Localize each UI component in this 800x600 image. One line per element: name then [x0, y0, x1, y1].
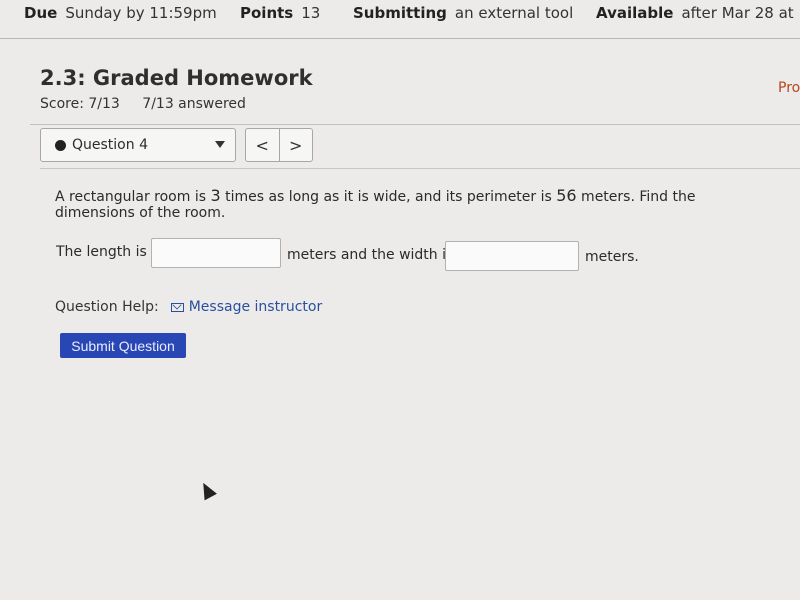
- divider: [0, 38, 800, 39]
- assignment-details-bar: Due Sunday by 11:59pm Points 13 Submitting…: [0, 0, 800, 30]
- progress-link[interactable]: Pro: [778, 80, 800, 96]
- question-text: A rectangular room is 3 times as long as…: [55, 186, 765, 222]
- next-question-button[interactable]: >: [278, 129, 313, 161]
- score-summary: Score: 7/13 7/13 answered: [40, 96, 264, 112]
- divider: [30, 124, 800, 125]
- question-select[interactable]: Question 4: [40, 128, 236, 162]
- width-input[interactable]: [445, 241, 579, 271]
- answered-count: 7/13 answered: [142, 96, 246, 112]
- question-text-part: A rectangular room is: [55, 189, 211, 205]
- question-text-part: times as long as it is wide, and its per…: [220, 189, 557, 205]
- length-input[interactable]: [151, 238, 281, 268]
- due-value: Sunday by 11:59pm: [65, 4, 217, 22]
- available-info: Available after Mar 28 at 1: [596, 4, 800, 22]
- mail-icon: [170, 302, 184, 312]
- question-pager: < >: [245, 128, 313, 162]
- due-label: Due: [24, 4, 58, 22]
- score-text: Score: 7/13: [40, 96, 120, 112]
- due-info: Due Sunday by 11:59pm: [24, 4, 217, 22]
- available-value: after Mar 28 at 1: [681, 4, 800, 22]
- question-help: Question Help: Message instructor: [55, 299, 322, 315]
- units-label: meters.: [585, 249, 639, 265]
- submitting-label: Submitting: [353, 4, 447, 22]
- question-number: 56: [556, 186, 577, 205]
- message-instructor-link[interactable]: Message instructor: [189, 299, 323, 315]
- points-label: Points: [240, 4, 294, 22]
- submit-question-button[interactable]: Submit Question: [60, 333, 186, 358]
- submitting-value: an external tool: [454, 4, 574, 22]
- width-label: meters and the width is: [287, 247, 454, 263]
- chevron-down-icon: [215, 141, 225, 148]
- mouse-cursor-icon: [197, 479, 217, 501]
- points-value: 13: [301, 4, 321, 22]
- divider: [40, 168, 800, 169]
- length-label: The length is :: [56, 244, 156, 260]
- submitting-info: Submitting an external tool: [353, 4, 573, 22]
- points-info: Points 13: [240, 4, 320, 22]
- page-title: 2.3: Graded Homework: [40, 66, 313, 90]
- question-number: 3: [210, 186, 221, 205]
- available-label: Available: [596, 4, 674, 22]
- status-dot-icon: [55, 139, 66, 151]
- previous-question-button[interactable]: <: [246, 129, 279, 161]
- question-select-value: Question 4: [72, 137, 148, 153]
- question-help-label: Question Help:: [55, 299, 159, 315]
